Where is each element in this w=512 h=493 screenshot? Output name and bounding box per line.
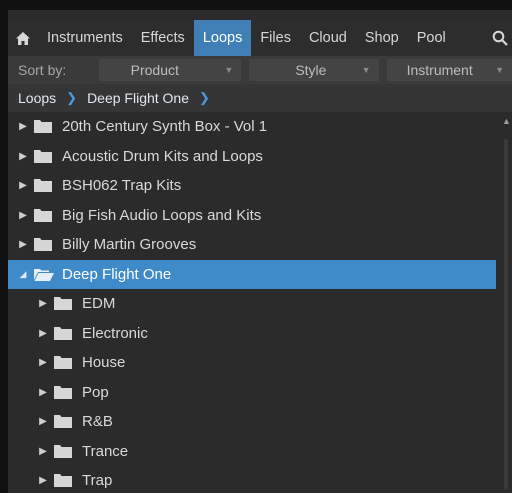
tree-row-label: House <box>82 354 126 372</box>
sort-by-label: Sort by: <box>18 62 67 78</box>
tree-row-label: Deep Flight One <box>62 265 172 283</box>
tree-row-label: Pop <box>82 383 109 401</box>
tree-row-label: Billy Martin Grooves <box>62 236 197 254</box>
sort-product-dropdown[interactable]: Product ▼ <box>98 59 242 81</box>
tree-row[interactable]: ▶ Trance <box>8 437 512 467</box>
tab-cloud[interactable]: Cloud <box>300 20 356 56</box>
tab-files[interactable]: Files <box>251 20 300 56</box>
tree-row[interactable]: ▶ Acoustic Drum Kits and Loops <box>8 142 512 172</box>
tree-row[interactable]: ▶ EDM <box>8 289 512 319</box>
tree-row[interactable]: ▶ BSH062 Trap Kits <box>8 171 512 201</box>
tab-effects[interactable]: Effects <box>132 20 194 56</box>
tree-row[interactable]: ◢ Deep Flight One <box>8 259 496 289</box>
disclosure-closed-icon[interactable]: ▶ <box>16 121 30 132</box>
tab-loops[interactable]: Loops <box>193 20 252 56</box>
disclosure-closed-icon[interactable]: ▶ <box>36 357 50 368</box>
folder-icon <box>34 179 52 193</box>
disclosure-closed-icon[interactable]: ▶ <box>36 446 50 457</box>
chevron-down-icon: ▼ <box>361 65 371 75</box>
scroll-up-icon[interactable]: ▲ <box>502 116 511 126</box>
folder-icon <box>54 474 72 488</box>
folder-icon <box>54 385 72 399</box>
folder-icon <box>54 297 72 311</box>
disclosure-closed-icon[interactable]: ▶ <box>36 387 50 398</box>
tree-row-label: Electronic <box>82 324 148 342</box>
folder-icon <box>34 149 52 163</box>
disclosure-closed-icon[interactable]: ▶ <box>16 180 30 191</box>
folder-icon <box>54 415 72 429</box>
tree-row[interactable]: ▶ Electronic <box>8 319 512 349</box>
folder-tree: ▶ 20th Century Synth Box - Vol 1 ▶ Acoustic… <box>8 112 512 493</box>
tree-row[interactable]: ▶ House <box>8 348 512 378</box>
disclosure-closed-icon[interactable]: ▶ <box>36 416 50 427</box>
tree-row-label: BSH062 Trap Kits <box>62 177 182 195</box>
tree-row[interactable]: ▶ Big Fish Audio Loops and Kits <box>8 201 512 231</box>
folder-open-icon <box>34 268 54 281</box>
tree-row[interactable]: ▶ Trap <box>8 466 512 493</box>
disclosure-closed-icon[interactable]: ▶ <box>36 328 50 339</box>
tree-row-label: R&B <box>82 413 113 431</box>
disclosure-closed-icon[interactable]: ▶ <box>36 475 50 486</box>
breadcrumb-deep-flight-one[interactable]: Deep Flight One <box>87 90 189 106</box>
search-icon[interactable] <box>488 20 512 56</box>
tree-row[interactable]: ▶ Billy Martin Grooves <box>8 230 512 260</box>
chevron-down-icon: ▼ <box>495 65 505 75</box>
sort-instrument-dropdown[interactable]: Instrument ▼ <box>386 59 512 81</box>
folder-icon <box>54 444 72 458</box>
tree-row[interactable]: ▶ R&B <box>8 407 512 437</box>
tab-instruments[interactable]: Instruments <box>38 20 132 56</box>
tree-row[interactable]: ▶ Pop <box>8 378 512 408</box>
chevron-right-icon: ❯ <box>66 90 78 105</box>
tab-bar: Instruments Effects Loops Files Cloud Sh… <box>8 20 512 56</box>
tree-row-label: Big Fish Audio Loops and Kits <box>62 206 262 224</box>
sort-instrument-label: Instrument <box>406 62 473 78</box>
folder-icon <box>34 120 52 134</box>
chevron-right-icon[interactable]: ❯ <box>199 90 210 106</box>
browser-panel: Instruments Effects Loops Files Cloud Sh… <box>8 10 512 493</box>
tree-row[interactable]: ▶ 20th Century Synth Box - Vol 1 <box>8 112 512 142</box>
disclosure-open-icon[interactable]: ◢ <box>16 269 30 280</box>
tree-row-label: Trap <box>82 472 113 490</box>
tab-pool[interactable]: Pool <box>408 20 455 56</box>
sort-style-dropdown[interactable]: Style ▼ <box>249 59 379 81</box>
folder-icon <box>54 356 72 370</box>
tree-row-label: 20th Century Synth Box - Vol 1 <box>62 118 268 136</box>
disclosure-closed-icon[interactable]: ▶ <box>16 210 30 221</box>
chevron-down-icon: ▼ <box>224 65 234 75</box>
sort-style-label: Style <box>295 62 327 78</box>
tree-row-label: EDM <box>82 295 116 313</box>
folder-icon <box>54 326 72 340</box>
home-icon[interactable] <box>8 20 38 56</box>
scrollbar-thumb[interactable] <box>504 139 508 489</box>
scrollbar[interactable]: ▲ <box>500 112 512 493</box>
disclosure-closed-icon[interactable]: ▶ <box>16 239 30 250</box>
disclosure-closed-icon[interactable]: ▶ <box>16 151 30 162</box>
disclosure-closed-icon[interactable]: ▶ <box>36 298 50 309</box>
folder-icon <box>34 208 52 222</box>
tab-shop[interactable]: Shop <box>356 20 408 56</box>
tree-row-label: Acoustic Drum Kits and Loops <box>62 147 263 165</box>
sort-product-label: Product <box>130 62 179 78</box>
tree-row-label: Trance <box>82 442 129 460</box>
folder-icon <box>34 238 52 252</box>
sort-bar: Sort by: Product ▼ Style ▼ Instrument ▼ <box>8 56 512 84</box>
breadcrumb-loops[interactable]: Loops <box>18 90 56 106</box>
breadcrumb: Loops ❯ Deep Flight One ❯ <box>8 84 512 112</box>
